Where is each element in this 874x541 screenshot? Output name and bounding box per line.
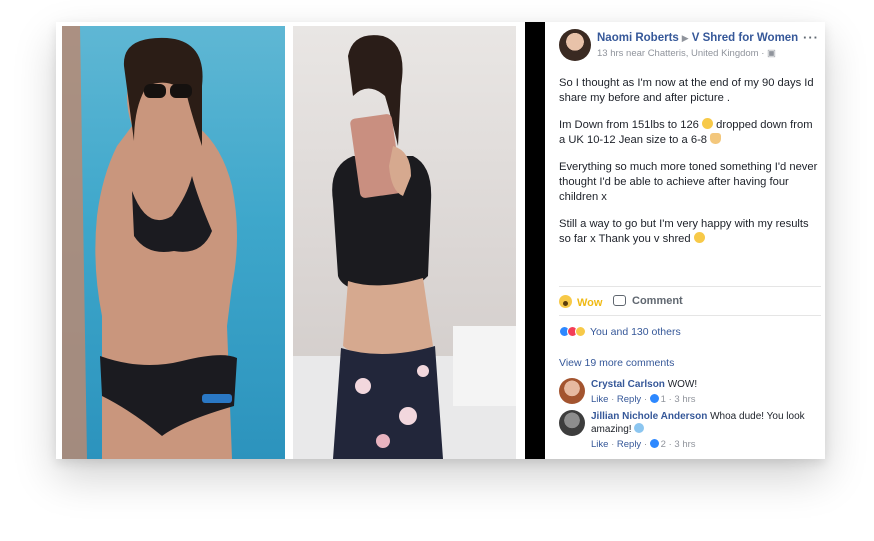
comment-time: 3 hrs <box>674 439 696 450</box>
wow-icon <box>559 295 572 308</box>
grin-emoji-icon <box>702 118 714 130</box>
photo-divider <box>525 22 545 459</box>
comment-like-count: 2 <box>660 439 666 450</box>
before-photo-figure <box>62 26 237 459</box>
wow-reaction-icon <box>575 326 586 337</box>
comment-label: Comment <box>632 295 683 307</box>
comment-reply-link[interactable]: Reply <box>617 439 641 450</box>
comment-actions: Like · Reply · 1 · 3 hrs <box>591 394 696 405</box>
after-photo[interactable] <box>293 26 516 459</box>
author-name[interactable]: Naomi Roberts <box>597 32 679 44</box>
action-bar: Wow Comment <box>559 286 821 316</box>
commenter-name[interactable]: Jillian Nichole Anderson <box>591 411 707 422</box>
arrow-right-icon: ▶ <box>681 33 689 43</box>
post-paragraph: Still a way to go but I'm very happy wit… <box>559 217 821 246</box>
commenter-avatar[interactable] <box>559 378 585 404</box>
like-count-icon <box>649 439 659 448</box>
author-line: Naomi Roberts ▶ V Shred for Women <box>597 32 798 44</box>
post-text: Im Down from 151lbs to 126 <box>559 119 699 132</box>
reaction-count: You and 130 others <box>590 326 681 338</box>
post-meta-text: 13 hrs near Chatteris, United Kingdom · <box>597 48 765 59</box>
view-more-comments-link[interactable]: View 19 more comments <box>559 357 674 369</box>
after-photo-figure <box>293 35 516 459</box>
scream-emoji-icon <box>634 423 645 433</box>
comment-like-link[interactable]: Like <box>591 439 608 450</box>
like-count-icon <box>649 394 659 403</box>
post-card: Naomi Roberts ▶ V Shred for Women 13 hrs n… <box>56 22 825 459</box>
post-paragraph: So I thought as I'm now at the end of my… <box>559 77 814 104</box>
comment-actions: Like · Reply · 2 · 3 hrs <box>591 439 696 450</box>
post-paragraph: Im Down from 151lbs to 126 dropped down … <box>559 118 821 147</box>
comment-text: WOW! <box>667 379 698 390</box>
reaction-summary[interactable]: You and 130 others <box>559 326 681 338</box>
comment-reply-link[interactable]: Reply <box>617 394 641 405</box>
wow-label: Wow <box>577 297 603 309</box>
comment-time: 3 hrs <box>674 394 696 405</box>
commenter-avatar[interactable] <box>559 410 585 436</box>
group-name[interactable]: V Shred for Women <box>692 32 799 44</box>
post-panel: Naomi Roberts ▶ V Shred for Women 13 hrs n… <box>545 22 825 459</box>
post-header: Naomi Roberts ▶ V Shred for Women 13 hrs n… <box>559 29 819 65</box>
before-photo[interactable] <box>62 26 285 459</box>
comment-icon <box>613 295 626 306</box>
comment-like-count: 1 <box>660 394 666 405</box>
wow-button[interactable]: Wow <box>559 295 602 309</box>
comment-body: Jillian Nichole Anderson Whoa dude! You … <box>591 410 817 451</box>
comment-like-link[interactable]: Like <box>591 394 608 405</box>
post-text: Still a way to go but I'm very happy wit… <box>559 218 809 245</box>
comment-button[interactable]: Comment <box>613 295 683 307</box>
grin-emoji-icon <box>693 231 705 243</box>
privacy-icon: ▣ <box>767 48 777 59</box>
comment-body: Crystal Carlson WOW! Like · Reply · 1 · … <box>591 378 817 406</box>
commenter-name[interactable]: Crystal Carlson <box>591 379 665 390</box>
post-paragraph: Everything so much more toned something … <box>559 161 818 203</box>
post-meta: 13 hrs near Chatteris, United Kingdom · … <box>597 48 776 59</box>
author-avatar[interactable] <box>559 29 591 61</box>
photo-collage[interactable] <box>56 22 525 459</box>
more-options-icon[interactable]: ··· <box>803 30 819 45</box>
post-body: So I thought as I'm now at the end of my… <box>559 76 821 259</box>
ok-hand-emoji-icon <box>710 132 722 144</box>
